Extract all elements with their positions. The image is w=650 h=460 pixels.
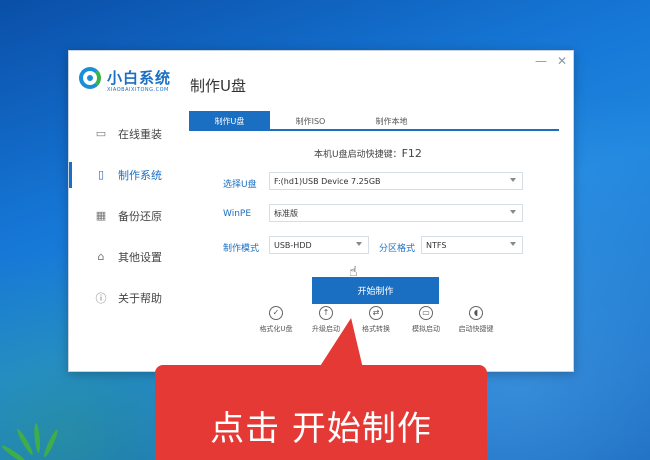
winpe-select-label: WinPE — [223, 209, 252, 219]
box-icon: ⌂ — [97, 250, 105, 263]
hotkey-prefix: 本机U盘启动快捷键： — [314, 150, 402, 160]
logo-icon — [79, 67, 101, 89]
tab-bar: 制作U盘 制作ISO 制作本地 — [189, 111, 559, 131]
mouse-icon: ◖ — [469, 306, 483, 320]
tool-label: 模拟启动 — [412, 325, 440, 333]
sidebar-item-label: 制作系统 — [118, 168, 162, 182]
tool-label: 格式化U盘 — [259, 325, 293, 333]
boot-hotkey-tool[interactable]: ◖ 启动快捷键 — [454, 306, 498, 334]
tool-label: 启动快捷键 — [458, 325, 494, 333]
partition-select-value: NTFS — [426, 240, 447, 250]
window-controls: — ✕ — [535, 55, 567, 67]
sidebar-item-make-system[interactable]: ▯ 制作系统 — [69, 154, 189, 195]
mode-select-value: USB-HDD — [274, 240, 312, 250]
sidebar-item-about-help[interactable]: ⓘ 关于帮助 — [69, 277, 189, 318]
usb-drive-icon: ▯ — [97, 168, 105, 181]
app-logo: 小白系统 XIAOBAIXITONG.COM — [79, 67, 189, 103]
simulate-boot-tool[interactable]: ▭ 模拟启动 — [404, 306, 448, 334]
sidebar-item-online-reinstall[interactable]: ▭ 在线重装 — [69, 113, 189, 154]
upload-circle-icon: ↑ — [319, 306, 333, 320]
monitor-icon: ▭ — [95, 127, 107, 140]
partition-select-label: 分区格式 — [379, 244, 416, 254]
instruction-callout: 点击 开始制作 — [155, 365, 487, 460]
usb-select[interactable]: F:(hd1)USB Device 7.25GB — [269, 172, 523, 190]
tab-make-usb[interactable]: 制作U盘 — [189, 111, 270, 131]
logo-text: 小白系统 — [107, 69, 172, 87]
sidebar-item-label: 其他设置 — [118, 250, 162, 264]
usb-select-label: 选择U盘 — [223, 180, 257, 190]
mode-select[interactable]: USB-HDD — [269, 236, 369, 254]
mode-select-label: 制作模式 — [223, 244, 260, 254]
sidebar-item-label: 备份还原 — [118, 209, 162, 223]
sidebar-item-other-settings[interactable]: ⌂ 其他设置 — [69, 236, 189, 277]
hotkey-hint: 本机U盘启动快捷键：F12 — [314, 147, 422, 160]
tab-make-local[interactable]: 制作本地 — [351, 111, 432, 131]
chevron-down-icon — [356, 242, 362, 246]
page-title: 制作U盘 — [190, 77, 246, 95]
minimize-icon[interactable]: — — [535, 55, 547, 67]
info-icon: ⓘ — [95, 291, 107, 305]
start-make-button[interactable]: 开始制作 — [312, 277, 439, 304]
sidebar-item-label: 在线重装 — [118, 127, 162, 141]
app-window: — ✕ 小白系统 XIAOBAIXITONG.COM 制作U盘 ▭ 在线重装 ▯… — [68, 50, 574, 372]
winpe-select-value: 标准版 — [274, 208, 298, 218]
chevron-down-icon — [510, 210, 516, 214]
check-circle-icon: ✓ — [269, 306, 283, 320]
sidebar-item-label: 关于帮助 — [118, 291, 162, 305]
partition-select[interactable]: NTFS — [421, 236, 523, 254]
sidebar-item-backup-restore[interactable]: ▦ 备份还原 — [69, 195, 189, 236]
chevron-down-icon — [510, 242, 516, 246]
logo-subtext: XIAOBAIXITONG.COM — [107, 87, 169, 93]
computer-icon: ▭ — [419, 306, 433, 320]
usb-select-value: F:(hd1)USB Device 7.25GB — [274, 176, 381, 186]
plant-decoration — [0, 385, 70, 460]
grid-icon: ▦ — [95, 209, 107, 222]
chevron-down-icon — [510, 178, 516, 182]
sidebar: ▭ 在线重装 ▯ 制作系统 ▦ 备份还原 ⌂ 其他设置 ⓘ 关于帮助 — [69, 113, 189, 318]
hotkey-key: F12 — [401, 147, 422, 160]
format-usb-tool[interactable]: ✓ 格式化U盘 — [254, 306, 298, 334]
callout-text: 点击 开始制作 — [210, 409, 432, 449]
tool-bar: ✓ 格式化U盘 ↑ 升级启动 ⇄ 格式转换 ▭ 模拟启动 ◖ 启动快捷键 — [254, 306, 514, 366]
close-icon[interactable]: ✕ — [557, 55, 567, 67]
tab-make-iso[interactable]: 制作ISO — [270, 111, 351, 131]
winpe-select[interactable]: 标准版 — [269, 204, 523, 222]
